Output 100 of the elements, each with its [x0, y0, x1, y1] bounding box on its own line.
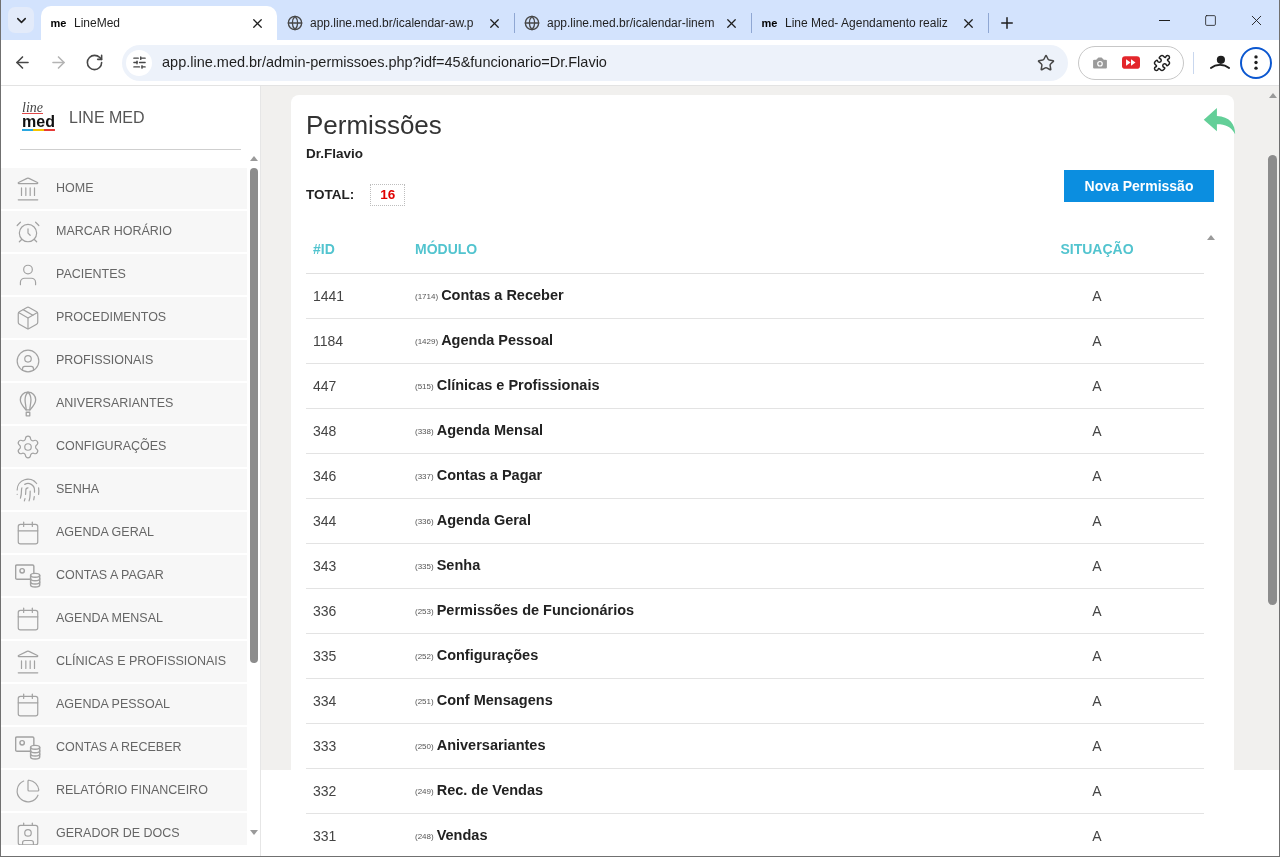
module-name: Contas a Pagar: [436, 466, 543, 486]
globe-icon: [524, 15, 540, 31]
address-bar[interactable]: app.line.med.br/admin-permissoes.php?idf=45&funcionario=Dr.Flavio: [122, 44, 1068, 81]
sidebar-item[interactable]: AGENDA PESSOAL: [1, 684, 247, 725]
module-name: Agenda Pessoal: [441, 331, 554, 351]
calendar-icon: [15, 519, 41, 546]
module-code: (250): [415, 741, 434, 753]
status-text: A: [1092, 693, 1102, 709]
sidebar-item[interactable]: HOME: [1, 168, 247, 209]
module-code: (336): [415, 516, 434, 528]
screen-coins-icon: [15, 562, 41, 589]
browser-tab[interactable]: app.line.med.br/icalendar-linem: [515, 6, 751, 40]
sidebar-item[interactable]: ANIVERSARIANTES: [1, 383, 247, 424]
module-name: Conf Mensagens: [436, 691, 553, 711]
permission-id: 331: [313, 828, 337, 844]
package-icon: [15, 304, 41, 331]
new-permission-button[interactable]: Nova Permissão: [1064, 170, 1214, 202]
sidebar-item[interactable]: MARCAR HORÁRIO: [1, 211, 247, 252]
status-text: A: [1092, 783, 1102, 799]
permission-id: 344: [313, 513, 337, 529]
browser-tab[interactable]: me Line Med- Agendamento realiz: [752, 6, 988, 40]
permission-id: 343: [313, 558, 337, 574]
bookmark-star-icon[interactable]: [1037, 53, 1055, 72]
browser-tab[interactable]: app.line.med.br/icalendar-aw.p: [278, 6, 514, 40]
profile-avatar-icon[interactable]: [1210, 54, 1230, 71]
permission-id: 332: [313, 783, 337, 799]
module-name: Clínicas e Profissionais: [436, 376, 600, 396]
pie-chart-icon: [15, 777, 41, 804]
globe-icon: [287, 15, 303, 31]
status-text: A: [1092, 558, 1102, 574]
reload-icon: [84, 53, 104, 72]
status-text: A: [1092, 648, 1102, 664]
module-name: Agenda Mensal: [436, 421, 544, 441]
status-text: A: [1092, 288, 1102, 304]
module-code: (248): [415, 831, 434, 843]
status-text: A: [1092, 378, 1102, 394]
sidebar-item[interactable]: PROFISSIONAIS: [1, 340, 247, 381]
sidebar-item[interactable]: PROCEDIMENTOS: [1, 297, 247, 338]
scroll-up-arrow-icon[interactable]: [249, 156, 258, 161]
site-info-button[interactable]: [126, 49, 152, 76]
sidebar-item[interactable]: CONFIGURAÇÕES: [1, 426, 247, 467]
settings-icon: [15, 433, 41, 460]
permission-id: 336: [313, 603, 337, 619]
module-code: (337): [415, 471, 434, 483]
module-code: (1429): [415, 336, 439, 348]
sliders-icon: [131, 55, 147, 70]
user-circle-icon: [15, 347, 41, 374]
module-name: Vendas: [436, 826, 488, 846]
kebab-menu-icon: [1254, 55, 1258, 70]
status-text: A: [1092, 333, 1102, 349]
tab-search-button[interactable]: [8, 7, 34, 33]
status-text: A: [1092, 468, 1102, 484]
logo-script-text: line: [22, 100, 43, 114]
module-name: Rec. de Vendas: [436, 781, 544, 801]
browser-tab[interactable]: me LineMed: [41, 6, 277, 40]
sidebar-item[interactable]: CONTAS A PAGAR: [1, 555, 247, 596]
module-code: (253): [415, 606, 434, 618]
brand-name: LINE MED: [69, 107, 145, 128]
status-text: A: [1092, 738, 1102, 754]
scrollbar-thumb[interactable]: [1268, 155, 1277, 605]
site-favicon: me: [50, 17, 67, 29]
sidebar-item[interactable]: AGENDA GERAL: [1, 512, 247, 553]
sidebar-item[interactable]: SENHA: [1, 469, 247, 510]
module-name: Senha: [436, 556, 481, 576]
sidebar-item[interactable]: CLÍNICAS E PROFISSIONAIS: [1, 641, 247, 682]
status-text: A: [1092, 513, 1102, 529]
total-label: TOTAL:: [306, 185, 355, 204]
minimize-icon: [1158, 19, 1170, 21]
sidebar-item[interactable]: AGENDA MENSAL: [1, 598, 247, 639]
status-text: A: [1092, 603, 1102, 619]
module-name: Contas a Receber: [441, 286, 564, 306]
bank-icon: [15, 648, 41, 675]
permission-id: 333: [313, 738, 337, 754]
module-name: Aniversariantes: [436, 736, 546, 756]
scroll-down-arrow-icon[interactable]: [249, 830, 258, 835]
module-name: Permissões de Funcionários: [436, 601, 635, 621]
status-text: A: [1092, 828, 1102, 844]
scroll-up-arrow-icon[interactable]: [1207, 235, 1215, 240]
sidebar-item[interactable]: RELATÓRIO FINANCEIRO: [1, 770, 247, 811]
employee-name: Dr.Flavio: [306, 145, 364, 163]
browser-menu-button[interactable]: [1240, 46, 1272, 79]
module-code: (338): [415, 426, 434, 438]
permission-id: 1184: [313, 333, 344, 349]
sidebar-item[interactable]: PACIENTES: [1, 254, 247, 295]
status-text: A: [1092, 423, 1102, 439]
fast-forward-icon[interactable]: [1122, 56, 1140, 69]
sidebar-item[interactable]: CONTAS A RECEBER: [1, 727, 247, 768]
permission-id: 348: [313, 423, 337, 439]
scrollbar-thumb[interactable]: [249, 168, 258, 663]
permission-id: 335: [313, 648, 337, 664]
permission-id: 334: [313, 693, 337, 709]
puzzle-icon[interactable]: [1152, 53, 1171, 72]
module-name: Configurações: [436, 646, 539, 666]
page-title: Permissões: [306, 109, 442, 141]
calendar-icon: [15, 605, 41, 632]
screen-coins-icon: [15, 734, 41, 761]
sidebar-item[interactable]: GERADOR DE DOCS: [1, 813, 247, 845]
site-favicon: me: [761, 17, 778, 29]
permission-id: 346: [313, 468, 337, 484]
logo-bold-text: med: [22, 113, 55, 131]
